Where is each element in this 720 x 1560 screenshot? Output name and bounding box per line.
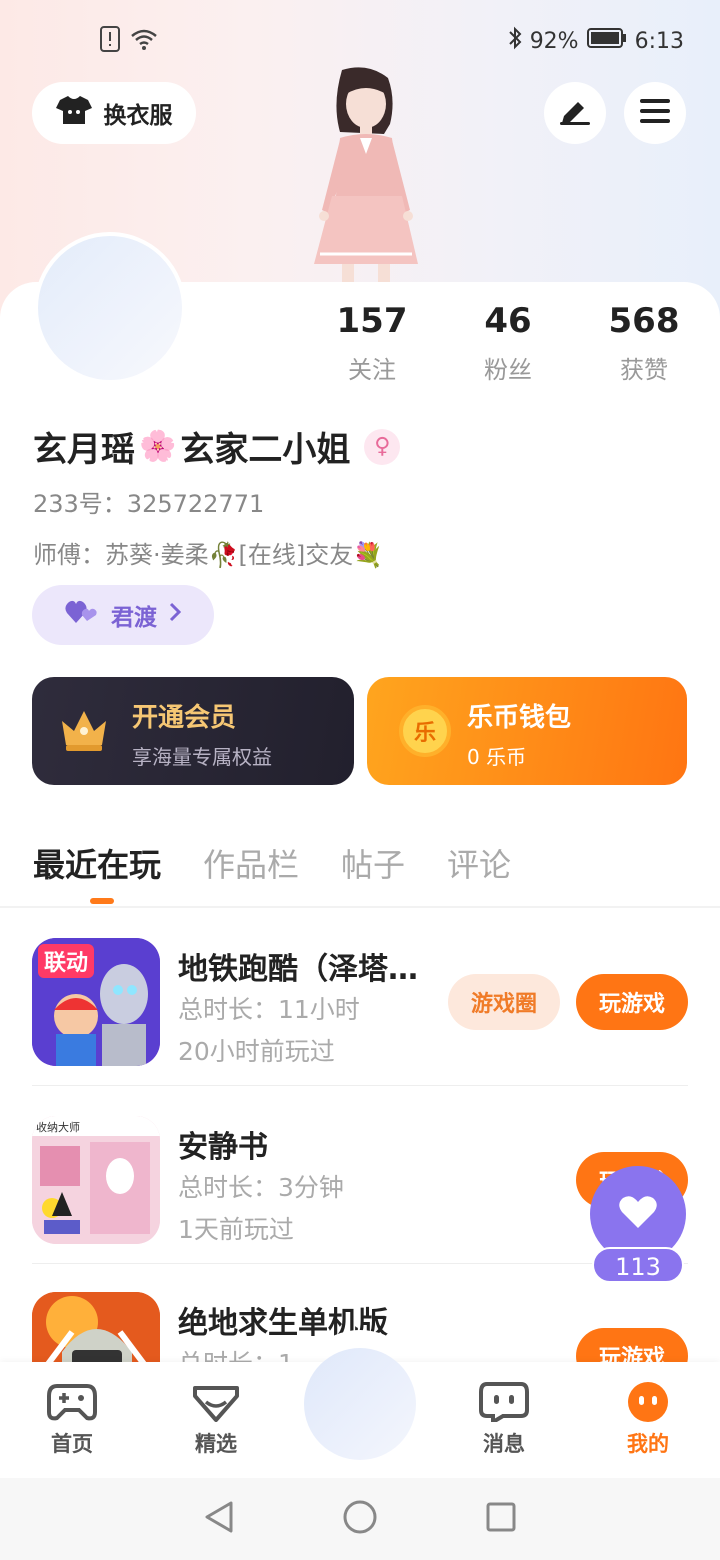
- following-count: 157: [336, 301, 408, 341]
- battery-icon: [586, 27, 627, 55]
- followers-label: 粉丝: [484, 356, 532, 384]
- nav-messages-label: 消息: [483, 1432, 525, 1456]
- tshirt-icon: [55, 94, 92, 132]
- couple-badge-button[interactable]: 君渡: [32, 585, 214, 645]
- like-count-badge: 113: [592, 1247, 684, 1283]
- vip-subtitle: 享海量专属权益: [132, 745, 272, 769]
- game-circle-button[interactable]: 游戏圈: [448, 974, 560, 1030]
- clock: 6:13: [634, 28, 684, 54]
- coin-icon: 乐: [399, 705, 451, 757]
- nav-mine[interactable]: 我的: [598, 1382, 698, 1458]
- master-line: 师傅：苏葵·姜柔🥀[在线]交友💐: [33, 541, 384, 569]
- heart-pair-icon: [65, 599, 99, 631]
- sim-alert-icon: [100, 26, 120, 56]
- nickname-part2: 玄家二小姐: [180, 430, 351, 470]
- game-last-played: 1天前玩过: [178, 1215, 294, 1244]
- nav-featured-label: 精选: [195, 1432, 237, 1456]
- profile-face-icon: [628, 1382, 668, 1422]
- change-outfit-button[interactable]: 换衣服: [32, 82, 196, 144]
- hamburger-menu-icon: [639, 98, 671, 128]
- bluetooth-icon: [508, 26, 522, 56]
- home-icon[interactable]: [342, 1499, 378, 1539]
- heart-box-icon: [193, 1386, 239, 1422]
- nav-home-label: 首页: [51, 1432, 93, 1456]
- tab-recent-played[interactable]: 最近在玩: [33, 840, 161, 886]
- wifi-icon: [130, 27, 158, 55]
- chat-bubble-icon: [479, 1382, 529, 1422]
- svg-text:联动: 联动: [44, 951, 88, 976]
- edit-profile-button[interactable]: [544, 82, 606, 144]
- game-duration: 总时长：3分钟: [178, 1173, 344, 1202]
- game-name: 绝地求生单机版: [178, 1306, 388, 1341]
- nav-messages[interactable]: 消息: [454, 1382, 554, 1458]
- game-icon-quiet-book: 收纳大师: [32, 1116, 160, 1244]
- play-game-button[interactable]: 玩游戏: [576, 974, 688, 1030]
- female-gender-icon: ♀: [364, 428, 401, 465]
- center-action-button[interactable]: [304, 1348, 416, 1460]
- change-outfit-label: 换衣服: [103, 103, 173, 129]
- coin-wallet-card[interactable]: 乐 乐币钱包 0 乐币: [367, 677, 687, 785]
- menu-button[interactable]: [624, 82, 686, 144]
- crown-icon: [58, 707, 110, 757]
- heart-icon: [618, 1194, 658, 1234]
- nav-home[interactable]: 首页: [22, 1382, 122, 1458]
- profile-page: 92% 6:13 换衣服 157 关注 46 粉丝 568 获赞 玄月瑶 🌸 玄…: [0, 0, 720, 1560]
- system-navigation-bar: [0, 1478, 720, 1560]
- character-3d-avatar[interactable]: [280, 64, 440, 284]
- nickname-flower: 🌸: [139, 429, 177, 464]
- active-tab-indicator: [90, 898, 114, 904]
- back-icon[interactable]: [203, 1500, 235, 1538]
- game-name: 地铁跑酷（泽塔奥特曼联动）: [178, 952, 438, 987]
- wallet-title: 乐币钱包: [467, 703, 572, 733]
- pencil-icon: [558, 96, 592, 130]
- stat-following[interactable]: 157 关注: [307, 300, 437, 385]
- battery-percent: 92%: [529, 28, 579, 54]
- stat-followers[interactable]: 46 粉丝: [443, 300, 573, 385]
- tab-comments[interactable]: 评论: [447, 840, 511, 886]
- list-item[interactable]: 收纳大师 安静书 总时长：3分钟 1天前玩过 玩游戏: [32, 1086, 688, 1264]
- avatar[interactable]: [34, 232, 186, 384]
- list-item[interactable]: 联动 地铁跑酷（泽塔奥特曼联动） 总时长：11小时 20小时前玩过 游戏圈 玩游…: [32, 908, 688, 1086]
- nav-featured[interactable]: 精选: [166, 1382, 266, 1458]
- profile-tabs: 最近在玩 作品栏 帖子 评论: [33, 840, 511, 886]
- svg-text:收纳大师: 收纳大师: [36, 1120, 80, 1134]
- vip-membership-card[interactable]: 开通会员 享海量专属权益: [32, 677, 354, 785]
- following-label: 关注: [348, 356, 396, 384]
- recents-icon[interactable]: [485, 1501, 517, 1537]
- tab-posts[interactable]: 帖子: [341, 840, 405, 886]
- game-name: 安静书: [178, 1130, 268, 1165]
- likes-label: 获赞: [620, 356, 668, 384]
- nickname-part1: 玄月瑶: [33, 430, 135, 470]
- user-id: 233号：325722771: [33, 490, 265, 518]
- game-last-played: 20小时前玩过: [178, 1037, 335, 1066]
- game-duration: 总时长：11小时: [178, 995, 360, 1024]
- couple-name: 君渡: [111, 605, 157, 631]
- tab-works[interactable]: 作品栏: [203, 840, 299, 886]
- vip-title: 开通会员: [132, 703, 237, 733]
- likes-count: 568: [608, 301, 680, 341]
- game-icon-subway: 联动: [32, 938, 160, 1066]
- stat-likes[interactable]: 568 获赞: [579, 300, 709, 385]
- nav-mine-label: 我的: [627, 1432, 669, 1456]
- chevron-right-icon: [169, 602, 182, 628]
- followers-count: 46: [484, 301, 532, 341]
- nickname: 玄月瑶 🌸 玄家二小姐 ♀: [33, 422, 401, 471]
- gamepad-icon: [47, 1384, 97, 1421]
- wallet-subtitle: 0 乐币: [467, 745, 527, 769]
